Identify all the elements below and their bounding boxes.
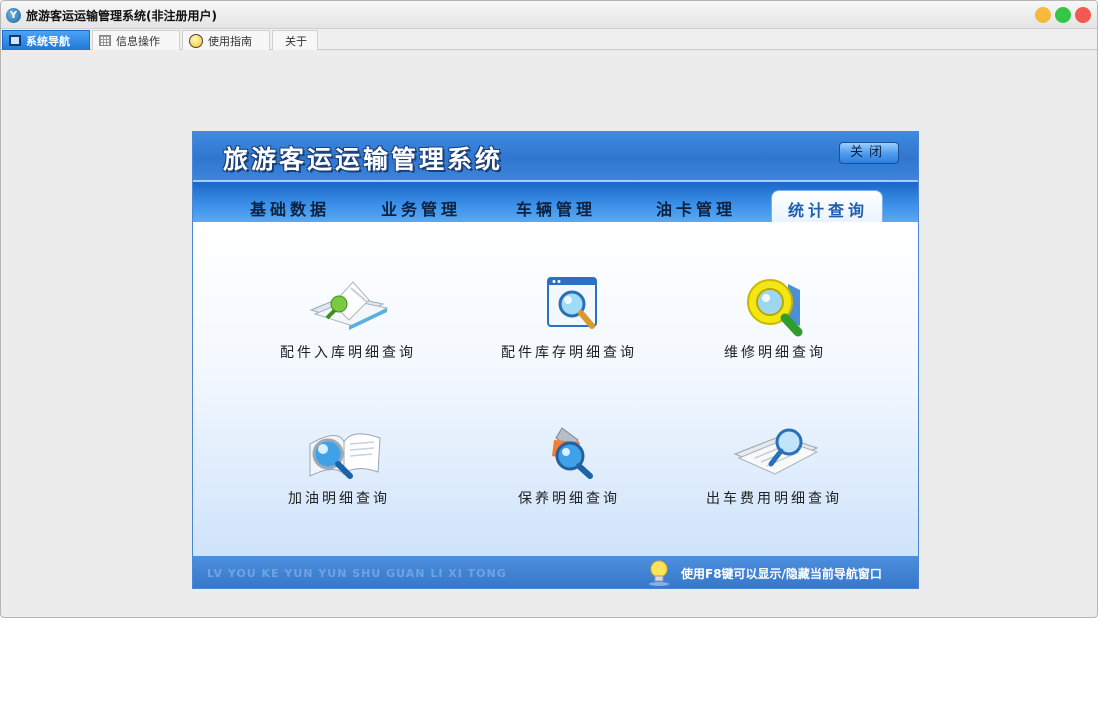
tab-user-guide[interactable]: 使用指南 [182,30,270,50]
close-panel-button[interactable]: 关闭 [839,142,899,164]
repair-search-icon [730,274,820,338]
nav-tab-vehicles[interactable]: 车辆管理 [516,196,596,220]
parts-stock-query-item[interactable]: 配件库存明细查询 [479,274,659,362]
tab-label: 系统导航 [26,34,70,48]
navigation-panel: 旅游客运运输管理系统 关闭 基础数据 业务管理 车辆管理 油卡管理 统计查询 配… [192,131,919,589]
tab-about[interactable]: 关于 [272,30,318,50]
item-label: 维修明细查询 [724,345,826,361]
title-bar[interactable]: Y 旅游客运运输管理系统(非注册用户) [1,1,1097,29]
refuel-search-icon [294,420,384,484]
module-tab-bar: 系统导航 信息操作 使用指南 关于 [1,29,1097,50]
close-window-button[interactable] [1075,7,1091,23]
maximize-button[interactable] [1055,7,1071,23]
bulb-icon [189,33,203,48]
item-label: 出车费用明细查询 [706,491,842,507]
statistics-content: 配件入库明细查询 配件库存明细查询 维修明细查询 加油明细查询 保养明细查询 出… [193,222,918,556]
app-window: Y 旅游客运运输管理系统(非注册用户) 系统导航 信息操作 使用指南 关于 旅游… [0,0,1098,618]
trip-cost-query-item[interactable]: 出车费用明细查询 [684,420,864,508]
tab-label: 使用指南 [208,34,252,48]
tab-label: 信息操作 [116,34,160,48]
category-nav: 基础数据 业务管理 车辆管理 油卡管理 统计查询 [193,180,918,224]
tab-info-operations[interactable]: 信息操作 [92,30,180,50]
panel-header: 旅游客运运输管理系统 关闭 [193,132,918,180]
maintenance-search-icon [524,420,614,484]
nav-tab-fuel-card[interactable]: 油卡管理 [656,196,736,220]
nav-tab-basic-data[interactable]: 基础数据 [250,196,330,220]
parts-inbound-search-icon [303,274,393,338]
tab-label: 关于 [285,34,307,48]
f8-hint-text: 使用F8键可以显示/隐藏当前导航窗口 [681,567,882,581]
app-logo-icon: Y [6,8,21,23]
minimize-button[interactable] [1035,7,1051,23]
item-label: 加油明细查询 [288,491,390,507]
grid-icon [99,35,111,46]
tab-system-navigation[interactable]: 系统导航 [2,30,90,50]
lightbulb-icon [648,560,670,586]
monitor-icon [9,35,21,46]
parts-inbound-query-item[interactable]: 配件入库明细查询 [258,274,438,362]
panel-footer: LV YOU KE YUN YUN SHU GUAN LI XI TONG 使用… [193,556,918,588]
repair-query-item[interactable]: 维修明细查询 [685,274,865,362]
maintenance-query-item[interactable]: 保养明细查询 [479,420,659,508]
nav-tab-business[interactable]: 业务管理 [381,196,461,220]
refuel-query-item[interactable]: 加油明细查询 [249,420,429,508]
item-label: 配件入库明细查询 [280,345,416,361]
item-label: 配件库存明细查询 [501,345,637,361]
parts-stock-search-icon [524,274,614,338]
nav-tab-statistics[interactable]: 统计查询 [771,190,884,224]
window-title: 旅游客运运输管理系统(非注册用户) [26,9,217,23]
item-label: 保养明细查询 [518,491,620,507]
pinyin-caption: LV YOU KE YUN YUN SHU GUAN LI XI TONG [207,567,507,580]
system-title: 旅游客运运输管理系统 [223,145,504,174]
trip-cost-search-icon [729,420,819,484]
